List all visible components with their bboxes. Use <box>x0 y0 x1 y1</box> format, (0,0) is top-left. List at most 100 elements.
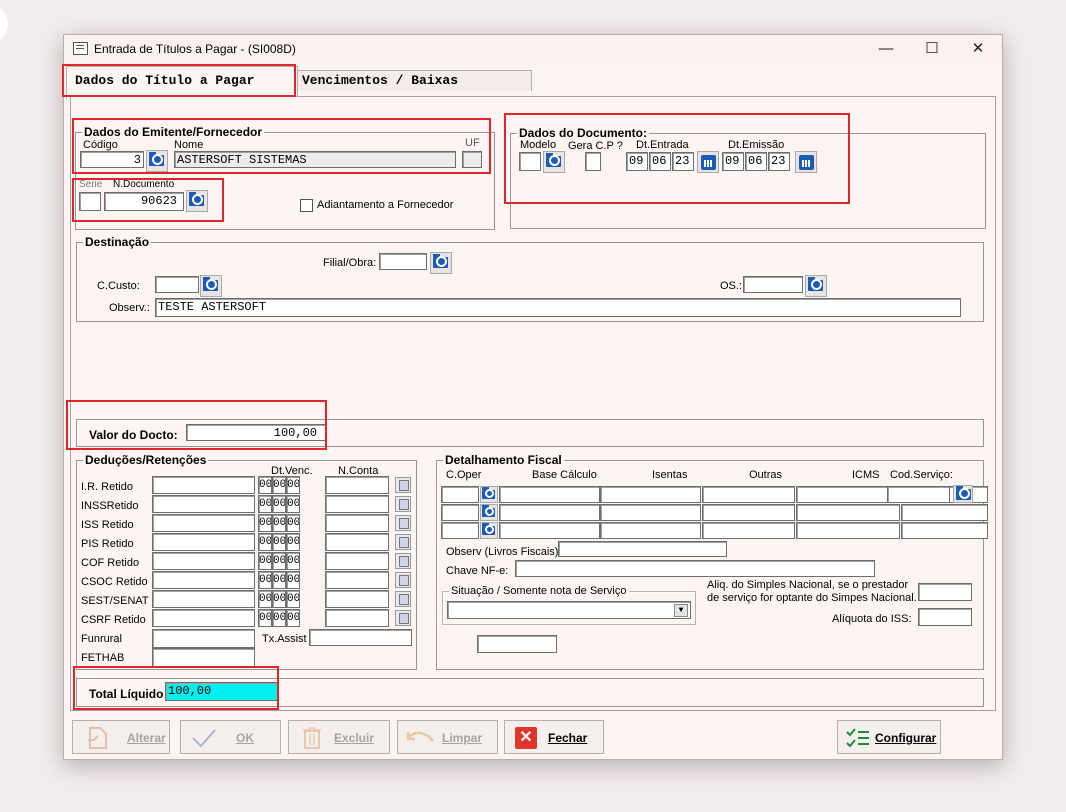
fiscal-cell-input[interactable] <box>796 504 900 521</box>
deducao-date-part[interactable]: 00 <box>286 590 300 608</box>
edit-account-icon[interactable] <box>395 553 411 569</box>
ccusto-input[interactable] <box>155 276 199 293</box>
configurar-button[interactable]: Configurar <box>837 720 941 754</box>
filial-input[interactable] <box>379 253 427 270</box>
edit-account-icon[interactable] <box>395 477 411 493</box>
limpar-button[interactable]: Limpar <box>397 720 498 754</box>
deducao-conta-input[interactable] <box>325 590 389 608</box>
deducao-conta-input[interactable] <box>325 552 389 570</box>
os-search-button[interactable] <box>805 275 827 297</box>
ccusto-search-button[interactable] <box>200 275 222 297</box>
deducao-date-part[interactable]: 00 <box>272 476 286 494</box>
fiscal-cell-input[interactable] <box>600 522 701 539</box>
deducao-valor-input[interactable] <box>152 590 255 608</box>
codserv-search-button[interactable] <box>953 485 973 503</box>
ndoc-search-button[interactable] <box>186 190 208 212</box>
gera-cp-input[interactable] <box>585 152 601 171</box>
serie-input[interactable] <box>79 192 101 211</box>
situacao-select[interactable]: ▼ <box>447 601 691 619</box>
chave-input[interactable] <box>515 560 875 577</box>
deducao-date-part[interactable]: 00 <box>286 533 300 551</box>
coper-input[interactable] <box>441 522 479 539</box>
dt-entrada-day[interactable]: 09 <box>626 152 648 171</box>
codserv-input[interactable] <box>887 486 950 503</box>
deducao-valor-input[interactable] <box>152 609 255 627</box>
coper-input[interactable] <box>441 486 479 503</box>
fiscal-cell-input[interactable] <box>796 486 900 503</box>
coper-search-button[interactable] <box>480 486 498 503</box>
deducao-valor-input[interactable] <box>152 552 255 570</box>
nome-input[interactable]: ASTERSOFT SISTEMAS <box>174 151 456 168</box>
deducao-date-part[interactable]: 00 <box>286 571 300 589</box>
fiscal-cell-input[interactable] <box>702 486 795 503</box>
maximize-button[interactable]: ☐ <box>917 39 947 59</box>
dt-entrada-calendar-button[interactable] <box>697 151 719 173</box>
deducao-valor-input[interactable] <box>152 476 255 494</box>
modelo-input[interactable] <box>519 152 541 171</box>
codigo-search-button[interactable] <box>146 150 168 172</box>
valor-input[interactable]: 100,00 <box>186 424 326 441</box>
ndoc-input[interactable]: 90623 <box>104 192 184 211</box>
txassist-input[interactable] <box>309 629 412 646</box>
ok-button[interactable]: OK <box>180 720 281 754</box>
fiscal-cell-input[interactable] <box>702 504 795 521</box>
deducao-conta-input[interactable] <box>325 514 389 532</box>
deducao-date-part[interactable]: 00 <box>258 514 272 532</box>
aliq-simples-input[interactable] <box>918 583 972 601</box>
minimize-button[interactable]: — <box>871 39 901 59</box>
excluir-button[interactable]: Excluir <box>288 720 390 754</box>
fiscal-extra-input[interactable] <box>477 635 557 653</box>
base-calculo-input[interactable] <box>499 522 600 539</box>
dt-emissao-month[interactable]: 06 <box>745 152 767 171</box>
coper-search-button[interactable] <box>480 504 498 521</box>
deducao-date-part[interactable]: 00 <box>272 571 286 589</box>
deducao-date-part[interactable]: 00 <box>258 495 272 513</box>
base-calculo-input[interactable] <box>499 504 600 521</box>
edit-account-icon[interactable] <box>395 534 411 550</box>
deducao-valor-input[interactable] <box>152 533 255 551</box>
edit-account-icon[interactable] <box>395 515 411 531</box>
deducao-date-part[interactable]: 00 <box>286 609 300 627</box>
observ-input[interactable]: TESTE ASTERSOFT <box>155 298 961 317</box>
edit-account-icon[interactable] <box>395 572 411 588</box>
deducao-conta-input[interactable] <box>325 571 389 589</box>
alterar-button[interactable]: Alterar <box>72 720 170 754</box>
deducao-date-part[interactable]: 00 <box>286 552 300 570</box>
deducao-date-part[interactable]: 00 <box>258 552 272 570</box>
dt-emissao-calendar-button[interactable] <box>795 151 817 173</box>
adiantamento-checkbox[interactable] <box>300 199 313 212</box>
fiscal-observ-input[interactable] <box>558 541 727 557</box>
deducao-conta-input[interactable] <box>325 495 389 513</box>
fiscal-cell-input[interactable] <box>600 486 701 503</box>
filial-search-button[interactable] <box>430 252 452 274</box>
fiscal-cell-input[interactable] <box>702 522 795 539</box>
deducao-date-part[interactable]: 00 <box>272 552 286 570</box>
tab-dados-titulo[interactable]: Dados do Título a Pagar <box>66 66 298 99</box>
deducao-date-part[interactable]: 00 <box>258 533 272 551</box>
codigo-input[interactable]: 3 <box>80 151 144 168</box>
total-input[interactable]: 100,00 <box>165 682 278 701</box>
os-input[interactable] <box>743 276 803 293</box>
edit-account-icon[interactable] <box>395 496 411 512</box>
deducao-date-part[interactable]: 00 <box>272 533 286 551</box>
deducao-date-part[interactable]: 00 <box>258 571 272 589</box>
base-calculo-input[interactable] <box>499 486 600 503</box>
deducao-date-part[interactable]: 00 <box>286 476 300 494</box>
funrural-input[interactable] <box>152 629 255 648</box>
uf-input[interactable] <box>462 151 482 168</box>
deducao-date-part[interactable]: 00 <box>272 590 286 608</box>
dt-emissao-day[interactable]: 09 <box>722 152 744 171</box>
aliq-iss-input[interactable] <box>918 608 972 626</box>
modelo-search-button[interactable] <box>543 151 565 173</box>
deducao-conta-input[interactable] <box>325 533 389 551</box>
tab-vencimentos[interactable]: Vencimentos / Baixas <box>297 70 532 91</box>
coper-search-button[interactable] <box>480 522 498 539</box>
deducao-date-part[interactable]: 00 <box>258 476 272 494</box>
deducao-valor-input[interactable] <box>152 495 255 513</box>
deducao-valor-input[interactable] <box>152 514 255 532</box>
dt-emissao-year[interactable]: 23 <box>768 152 790 171</box>
fiscal-cell-input[interactable] <box>600 504 701 521</box>
deducao-conta-input[interactable] <box>325 476 389 494</box>
dt-entrada-month[interactable]: 06 <box>649 152 671 171</box>
fiscal-cell-input[interactable] <box>901 504 988 521</box>
